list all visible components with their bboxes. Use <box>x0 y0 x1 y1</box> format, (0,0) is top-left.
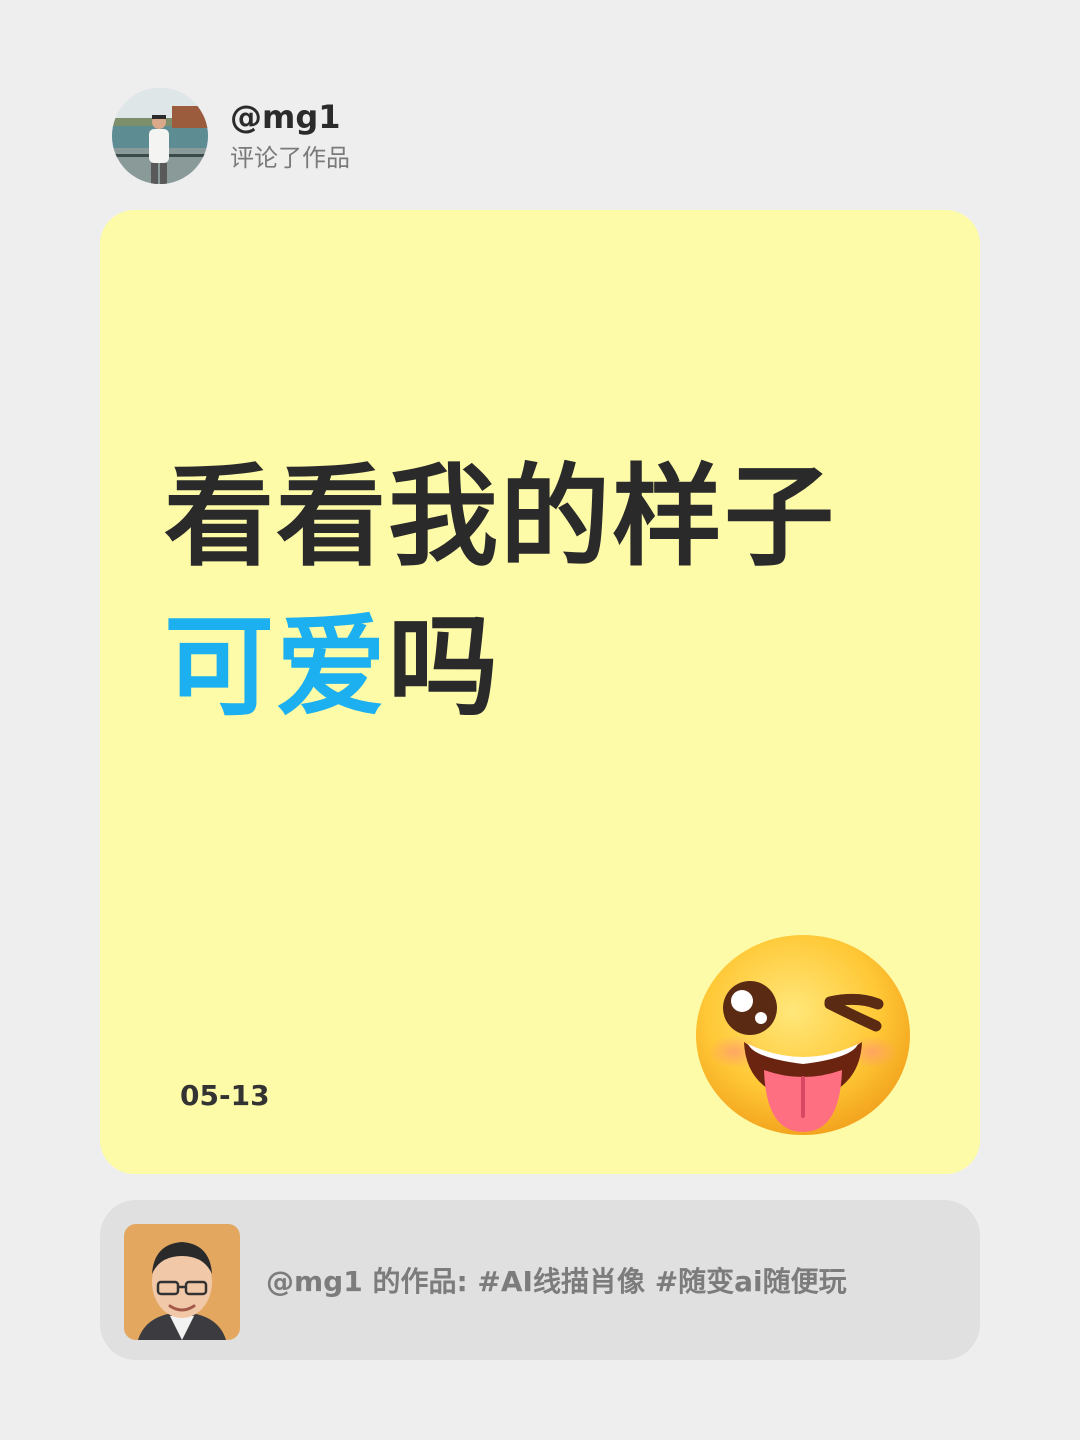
user-avatar[interactable] <box>112 88 208 184</box>
comment-date: 05-13 <box>180 1079 270 1112</box>
headline: 看看我的样子 可爱吗 <box>164 442 836 742</box>
headline-rest: 吗 <box>388 603 500 731</box>
username[interactable]: @mg1 <box>230 97 350 137</box>
headline-line-1: 看看我的样子 <box>164 453 836 581</box>
action-text: 评论了作品 <box>230 144 350 172</box>
work-reference-bar[interactable]: @mg1 的作品: #AI线描肖像 #随变ai随便玩 <box>100 1200 980 1360</box>
comment-card: 看看我的样子 可爱吗 05-13 <box>100 210 980 1174</box>
headline-line-2: 可爱吗 <box>164 592 836 742</box>
winking-face-with-tongue-emoji <box>692 932 914 1138</box>
portrait-thumbnail[interactable] <box>124 1224 240 1340</box>
work-caption[interactable]: @mg1 的作品: #AI线描肖像 #随变ai随便玩 <box>266 1262 847 1302</box>
comment-header: @mg1 评论了作品 <box>112 88 350 184</box>
headline-accent: 可爱 <box>164 603 388 731</box>
